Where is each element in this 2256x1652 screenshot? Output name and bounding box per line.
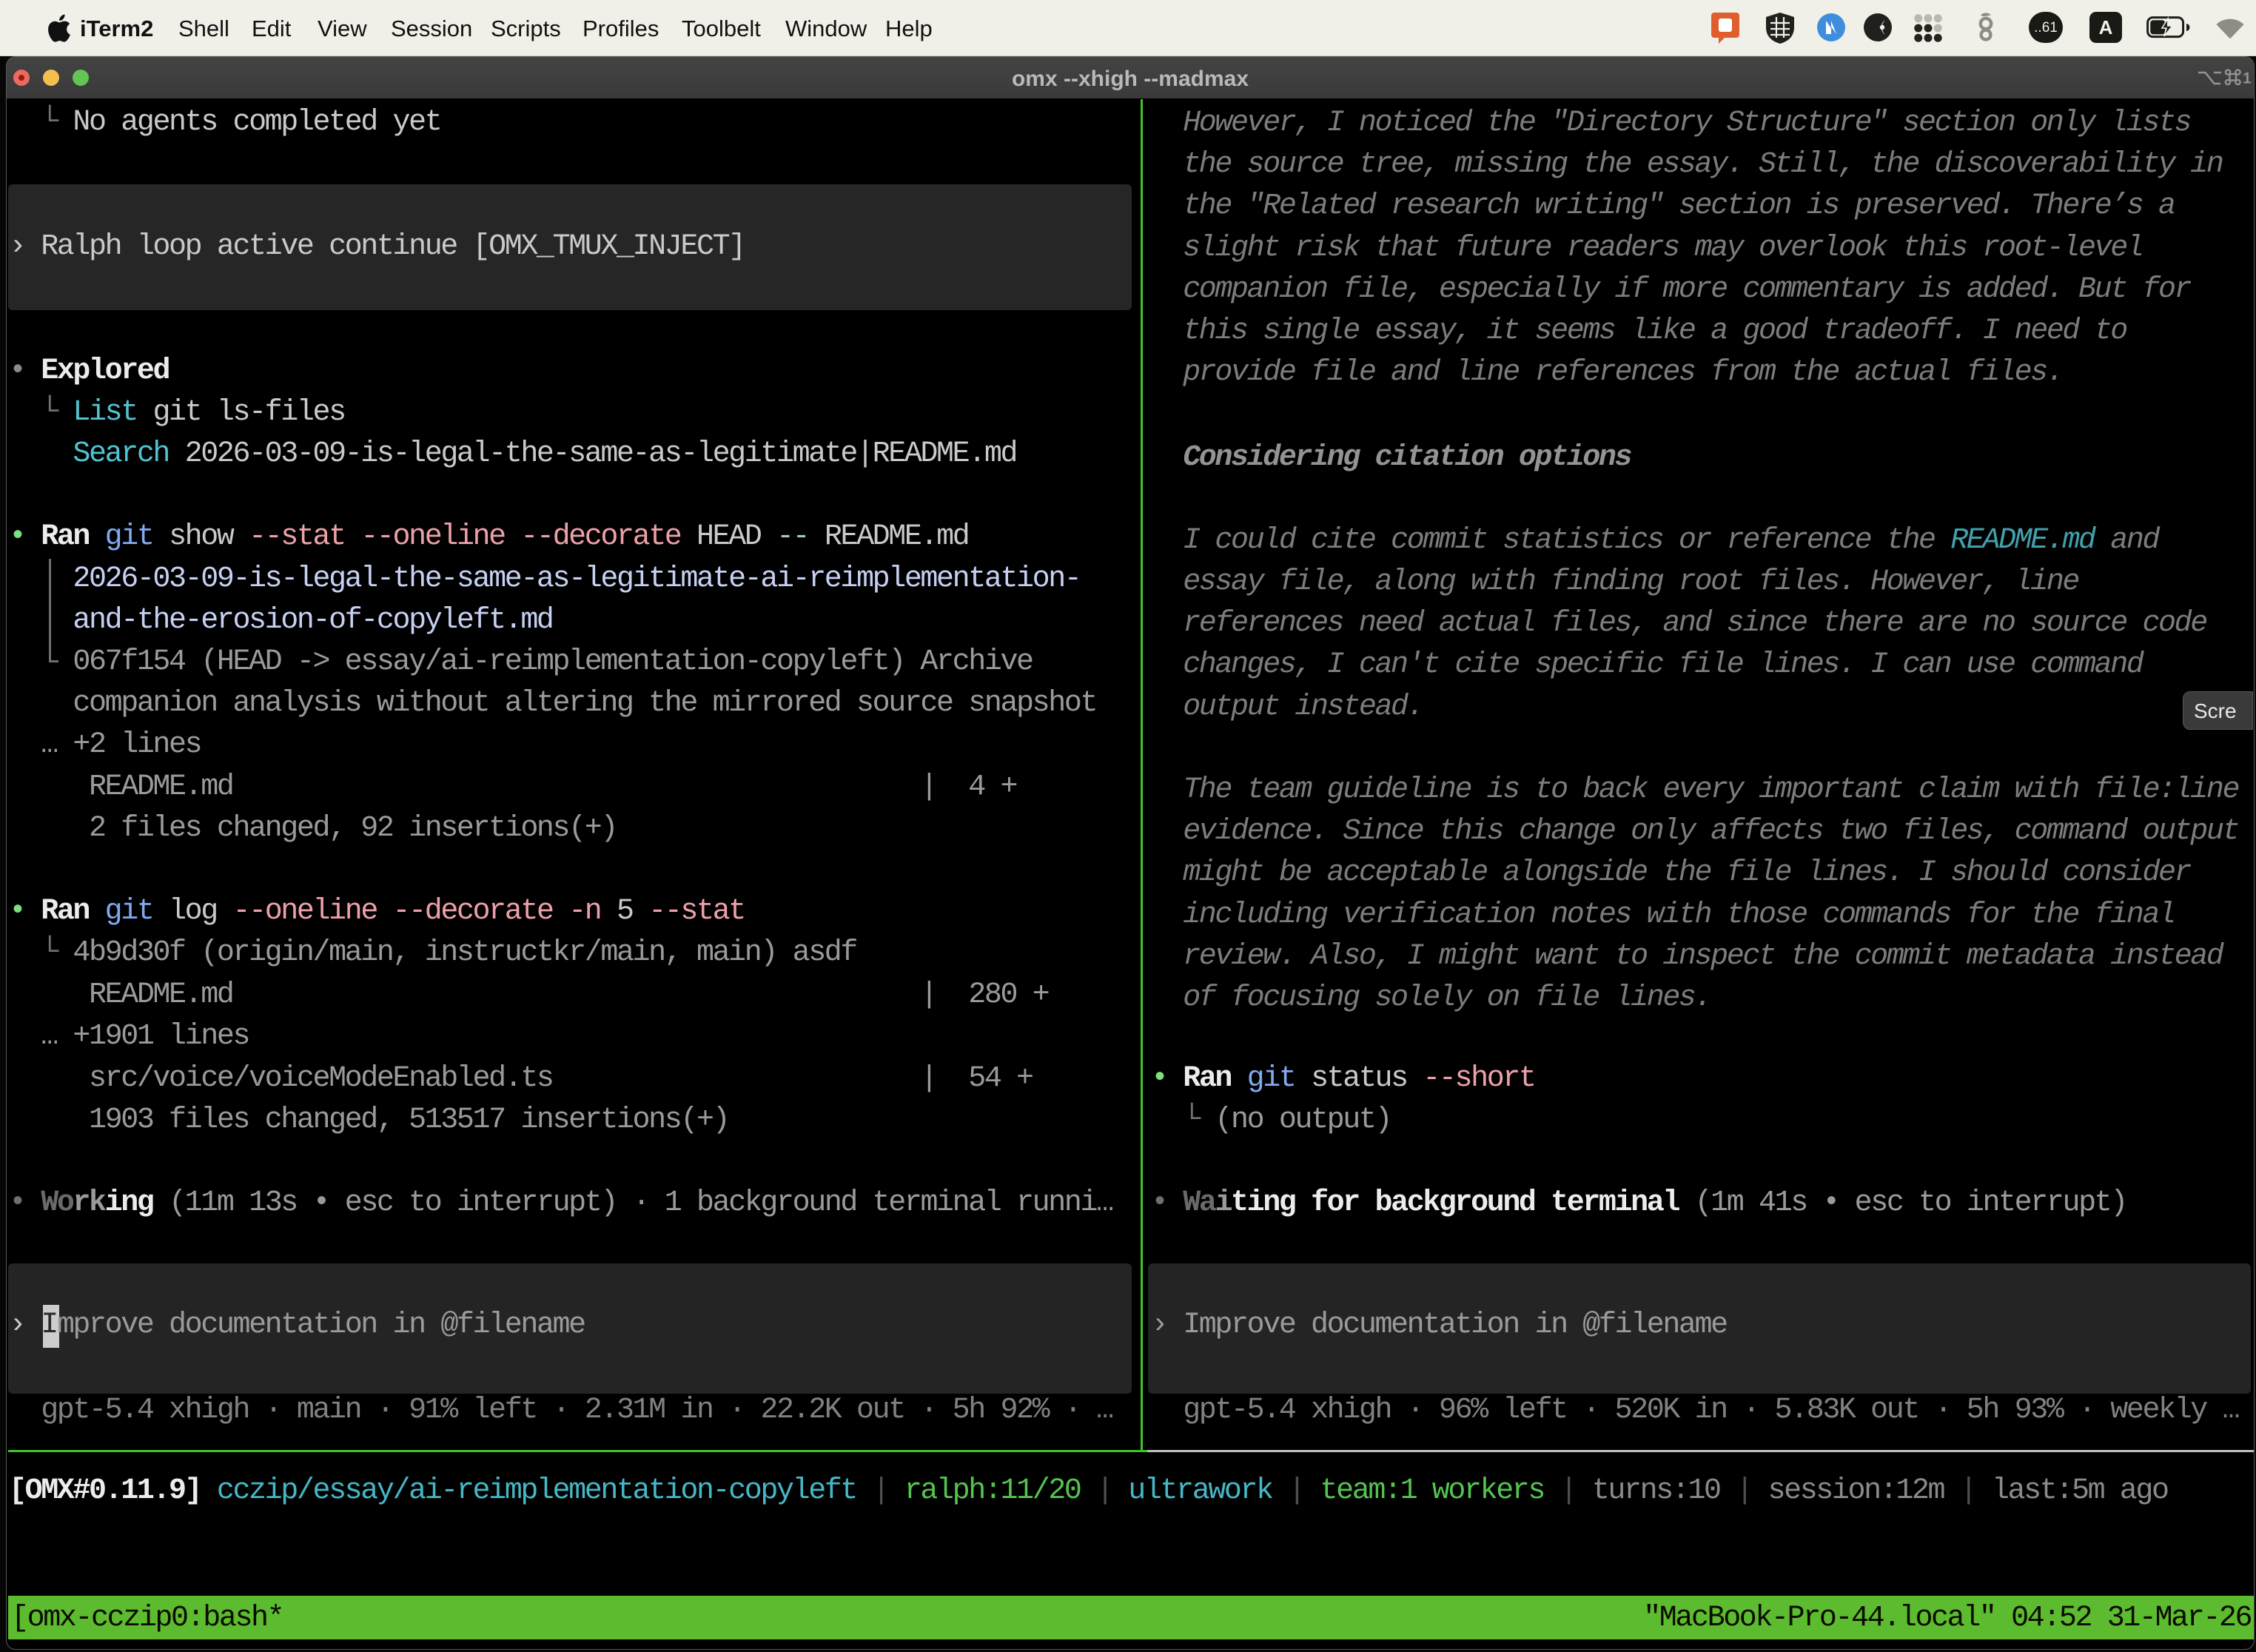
svg-text:1: 1 [2243,70,2252,87]
